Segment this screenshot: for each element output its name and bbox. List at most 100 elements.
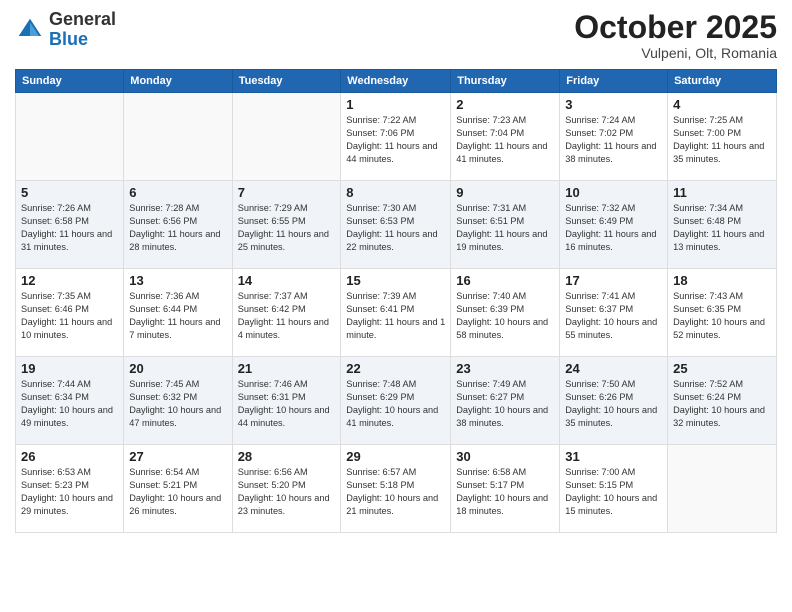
calendar-day-cell bbox=[124, 93, 232, 181]
day-number: 9 bbox=[456, 185, 554, 200]
day-number: 22 bbox=[346, 361, 445, 376]
location-subtitle: Vulpeni, Olt, Romania bbox=[574, 45, 777, 61]
logo-general-text: General bbox=[49, 10, 116, 30]
calendar-day-cell bbox=[16, 93, 124, 181]
calendar-day-cell: 8 Sunrise: 7:30 AM Sunset: 6:53 PM Daylig… bbox=[341, 181, 451, 269]
day-info: Sunrise: 7:39 AM Sunset: 6:41 PM Dayligh… bbox=[346, 290, 445, 342]
day-info: Sunrise: 7:48 AM Sunset: 6:29 PM Dayligh… bbox=[346, 378, 445, 430]
day-number: 31 bbox=[565, 449, 662, 464]
calendar-day-cell: 16 Sunrise: 7:40 AM Sunset: 6:39 PM Dayli… bbox=[451, 269, 560, 357]
day-number: 10 bbox=[565, 185, 662, 200]
day-number: 16 bbox=[456, 273, 554, 288]
month-title: October 2025 bbox=[574, 10, 777, 45]
day-number: 15 bbox=[346, 273, 445, 288]
day-number: 3 bbox=[565, 97, 662, 112]
calendar-day-cell: 10 Sunrise: 7:32 AM Sunset: 6:49 PM Dayli… bbox=[560, 181, 668, 269]
calendar-day-cell: 6Sunrise: 7:28 AM Sunset: 6:56 PM Daylig… bbox=[124, 181, 232, 269]
day-info: Sunrise: 7:45 AM Sunset: 6:32 PM Dayligh… bbox=[129, 378, 226, 430]
day-info: Sunrise: 6:54 AM Sunset: 5:21 PM Dayligh… bbox=[129, 466, 226, 518]
day-number: 18 bbox=[673, 273, 771, 288]
calendar-week-row: 19 Sunrise: 7:44 AM Sunset: 6:34 PM Dayli… bbox=[16, 357, 777, 445]
col-friday: Friday bbox=[560, 70, 668, 93]
page-header: General Blue October 2025 Vulpeni, Olt, … bbox=[15, 10, 777, 61]
day-info: Sunrise: 7:52 AM Sunset: 6:24 PM Dayligh… bbox=[673, 378, 771, 430]
day-number: 19 bbox=[21, 361, 118, 376]
day-number: 8 bbox=[346, 185, 445, 200]
col-tuesday: Tuesday bbox=[232, 70, 341, 93]
calendar-day-cell: 19 Sunrise: 7:44 AM Sunset: 6:34 PM Dayli… bbox=[16, 357, 124, 445]
calendar-day-cell: 17 Sunrise: 7:41 AM Sunset: 6:37 PM Dayli… bbox=[560, 269, 668, 357]
calendar-day-cell: 24 Sunrise: 7:50 AM Sunset: 6:26 PM Dayli… bbox=[560, 357, 668, 445]
day-info: Sunrise: 7:43 AM Sunset: 6:35 PM Dayligh… bbox=[673, 290, 771, 342]
calendar-week-row: 5Sunrise: 7:26 AM Sunset: 6:58 PM Daylig… bbox=[16, 181, 777, 269]
calendar-day-cell: 30Sunrise: 6:58 AM Sunset: 5:17 PM Dayli… bbox=[451, 445, 560, 533]
calendar-day-cell: 2 Sunrise: 7:23 AM Sunset: 7:04 PM Daylig… bbox=[451, 93, 560, 181]
calendar-day-cell: 26 Sunrise: 6:53 AM Sunset: 5:23 PM Dayli… bbox=[16, 445, 124, 533]
col-monday: Monday bbox=[124, 70, 232, 93]
day-number: 27 bbox=[129, 449, 226, 464]
calendar-day-cell bbox=[232, 93, 341, 181]
calendar-day-cell: 9 Sunrise: 7:31 AM Sunset: 6:51 PM Daylig… bbox=[451, 181, 560, 269]
day-info: Sunrise: 7:35 AM Sunset: 6:46 PM Dayligh… bbox=[21, 290, 118, 342]
day-number: 20 bbox=[129, 361, 226, 376]
calendar-day-cell: 31 Sunrise: 7:00 AM Sunset: 5:15 PM Dayli… bbox=[560, 445, 668, 533]
day-info: Sunrise: 6:53 AM Sunset: 5:23 PM Dayligh… bbox=[21, 466, 118, 518]
logo-blue-text: Blue bbox=[49, 30, 116, 50]
day-number: 29 bbox=[346, 449, 445, 464]
day-number: 24 bbox=[565, 361, 662, 376]
day-info: Sunrise: 7:22 AM Sunset: 7:06 PM Dayligh… bbox=[346, 114, 445, 166]
calendar-day-cell: 29 Sunrise: 6:57 AM Sunset: 5:18 PM Dayli… bbox=[341, 445, 451, 533]
day-number: 23 bbox=[456, 361, 554, 376]
day-number: 17 bbox=[565, 273, 662, 288]
calendar-day-cell: 7Sunrise: 7:29 AM Sunset: 6:55 PM Daylig… bbox=[232, 181, 341, 269]
logo-icon bbox=[15, 15, 45, 45]
calendar-day-cell: 25 Sunrise: 7:52 AM Sunset: 6:24 PM Dayli… bbox=[668, 357, 777, 445]
day-info: Sunrise: 7:32 AM Sunset: 6:49 PM Dayligh… bbox=[565, 202, 662, 254]
col-sunday: Sunday bbox=[16, 70, 124, 93]
col-wednesday: Wednesday bbox=[341, 70, 451, 93]
day-number: 26 bbox=[21, 449, 118, 464]
day-info: Sunrise: 7:41 AM Sunset: 6:37 PM Dayligh… bbox=[565, 290, 662, 342]
day-number: 5 bbox=[21, 185, 118, 200]
day-info: Sunrise: 7:30 AM Sunset: 6:53 PM Dayligh… bbox=[346, 202, 445, 254]
day-number: 2 bbox=[456, 97, 554, 112]
day-info: Sunrise: 7:50 AM Sunset: 6:26 PM Dayligh… bbox=[565, 378, 662, 430]
calendar-day-cell bbox=[668, 445, 777, 533]
day-number: 12 bbox=[21, 273, 118, 288]
day-info: Sunrise: 6:56 AM Sunset: 5:20 PM Dayligh… bbox=[238, 466, 336, 518]
calendar-day-cell: 13Sunrise: 7:36 AM Sunset: 6:44 PM Dayli… bbox=[124, 269, 232, 357]
day-info: Sunrise: 7:24 AM Sunset: 7:02 PM Dayligh… bbox=[565, 114, 662, 166]
day-info: Sunrise: 7:44 AM Sunset: 6:34 PM Dayligh… bbox=[21, 378, 118, 430]
day-info: Sunrise: 7:23 AM Sunset: 7:04 PM Dayligh… bbox=[456, 114, 554, 166]
calendar-week-row: 12 Sunrise: 7:35 AM Sunset: 6:46 PM Dayli… bbox=[16, 269, 777, 357]
calendar-day-cell: 28 Sunrise: 6:56 AM Sunset: 5:20 PM Dayli… bbox=[232, 445, 341, 533]
day-info: Sunrise: 7:40 AM Sunset: 6:39 PM Dayligh… bbox=[456, 290, 554, 342]
calendar-week-row: 26 Sunrise: 6:53 AM Sunset: 5:23 PM Dayli… bbox=[16, 445, 777, 533]
day-number: 4 bbox=[673, 97, 771, 112]
logo: General Blue bbox=[15, 10, 116, 50]
calendar-day-cell: 27 Sunrise: 6:54 AM Sunset: 5:21 PM Dayli… bbox=[124, 445, 232, 533]
calendar-week-row: 1 Sunrise: 7:22 AM Sunset: 7:06 PM Daylig… bbox=[16, 93, 777, 181]
day-info: Sunrise: 6:57 AM Sunset: 5:18 PM Dayligh… bbox=[346, 466, 445, 518]
calendar-day-cell: 21Sunrise: 7:46 AM Sunset: 6:31 PM Dayli… bbox=[232, 357, 341, 445]
day-info: Sunrise: 7:00 AM Sunset: 5:15 PM Dayligh… bbox=[565, 466, 662, 518]
day-info: Sunrise: 7:31 AM Sunset: 6:51 PM Dayligh… bbox=[456, 202, 554, 254]
day-number: 6 bbox=[129, 185, 226, 200]
day-number: 1 bbox=[346, 97, 445, 112]
day-number: 30 bbox=[456, 449, 554, 464]
day-number: 28 bbox=[238, 449, 336, 464]
col-saturday: Saturday bbox=[668, 70, 777, 93]
calendar-header-row: Sunday Monday Tuesday Wednesday Thursday… bbox=[16, 70, 777, 93]
day-number: 7 bbox=[238, 185, 336, 200]
calendar-day-cell: 14Sunrise: 7:37 AM Sunset: 6:42 PM Dayli… bbox=[232, 269, 341, 357]
calendar-day-cell: 3 Sunrise: 7:24 AM Sunset: 7:02 PM Daylig… bbox=[560, 93, 668, 181]
day-number: 25 bbox=[673, 361, 771, 376]
day-info: Sunrise: 7:25 AM Sunset: 7:00 PM Dayligh… bbox=[673, 114, 771, 166]
title-block: October 2025 Vulpeni, Olt, Romania bbox=[574, 10, 777, 61]
calendar-day-cell: 4 Sunrise: 7:25 AM Sunset: 7:00 PM Daylig… bbox=[668, 93, 777, 181]
calendar-table: Sunday Monday Tuesday Wednesday Thursday… bbox=[15, 69, 777, 533]
day-number: 13 bbox=[129, 273, 226, 288]
calendar-day-cell: 20 Sunrise: 7:45 AM Sunset: 6:32 PM Dayli… bbox=[124, 357, 232, 445]
calendar-day-cell: 11Sunrise: 7:34 AM Sunset: 6:48 PM Dayli… bbox=[668, 181, 777, 269]
day-info: Sunrise: 7:34 AM Sunset: 6:48 PM Dayligh… bbox=[673, 202, 771, 254]
